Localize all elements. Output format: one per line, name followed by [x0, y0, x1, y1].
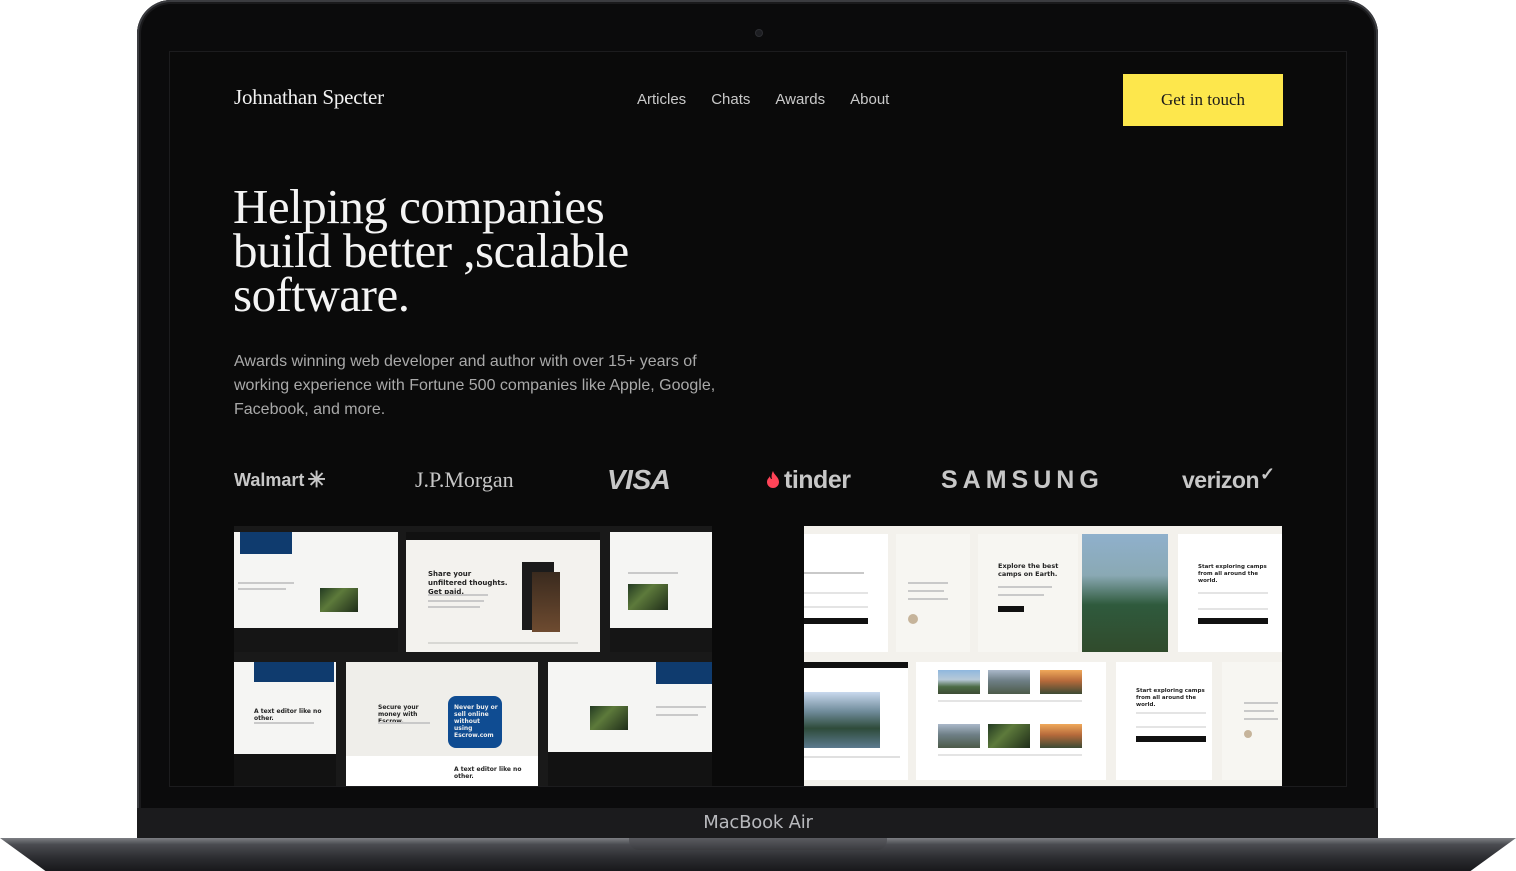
mockup-panel: Share your unfiltered thoughts. Get paid… [406, 532, 600, 652]
nav-item-chats[interactable]: Chats [711, 91, 750, 108]
checkmark-icon: ✓ [1260, 463, 1275, 484]
mockup-image [590, 706, 628, 730]
mockup-image [320, 588, 358, 612]
mockup-phone: Never buy or sell online without using E… [448, 696, 502, 748]
flame-icon [767, 471, 779, 488]
mockup-image [988, 724, 1030, 748]
mockup-image [938, 670, 980, 694]
mockup-headline: A text editor like no other. [454, 766, 522, 780]
mockup-image [1082, 534, 1168, 652]
mockup-panel: A text editor like no other. [234, 662, 336, 786]
tinder-wordmark: tinder [784, 465, 851, 494]
mockup-phone [522, 562, 560, 632]
mockup-panel [548, 662, 712, 786]
website-screen: Johnathan Specter Articles Chats Awards … [169, 51, 1347, 787]
mockup-image [938, 724, 980, 748]
device-model-label: MacBook Air [703, 812, 813, 833]
camera-icon [755, 29, 763, 37]
mockup-footer [610, 628, 712, 652]
mockup-button [1198, 618, 1268, 624]
mockup-panel: Start exploring camps from all around th… [1178, 534, 1282, 652]
avatar [1244, 730, 1252, 738]
mockup-headline: Explore the best camps on Earth. [998, 562, 1059, 578]
mockup-image [1040, 724, 1082, 748]
nav-item-about[interactable]: About [850, 91, 889, 108]
nav-item-awards[interactable]: Awards [775, 91, 825, 108]
mockup-panel [896, 534, 970, 652]
portfolio-preview-left[interactable]: Share your unfiltered thoughts. Get paid… [234, 526, 712, 786]
nav-item-articles[interactable]: Articles [637, 91, 686, 108]
verizon-wordmark: verizon [1182, 466, 1260, 493]
mockup-panel [804, 534, 888, 652]
samsung-logo: SAMSUNG [941, 465, 1104, 494]
mockup-footer [234, 628, 398, 652]
mockup-panel [1222, 662, 1282, 780]
mockup-footer [234, 754, 336, 786]
mockup-headline: Start exploring camps from all around th… [1136, 688, 1205, 708]
hero-title: Helping companies build better ,scalable… [233, 182, 753, 319]
mockup-banner [254, 662, 334, 682]
portfolio-preview-right[interactable]: Explore the best camps on Earth. Start e… [804, 526, 1282, 786]
mockup-button [998, 606, 1024, 612]
get-in-touch-button[interactable]: Get in touch [1123, 74, 1283, 126]
mockup-panel [916, 662, 1106, 780]
mockup-panel [610, 532, 712, 652]
walmart-wordmark: Walmart [234, 469, 305, 490]
laptop-hinge-notch [629, 838, 887, 850]
mockup-button [804, 618, 868, 624]
walmart-logo: Walmart ✳ [234, 460, 326, 500]
hero-title-line-3: software. [233, 267, 410, 322]
mockup-panel: Secure your money with Escrow. Never buy… [346, 662, 538, 786]
hero-subtitle: Awards winning web developer and author … [234, 353, 716, 418]
mockup-banner [656, 662, 712, 684]
mockup-image [628, 584, 668, 610]
mockup-banner [240, 532, 292, 554]
mockup-panel: Explore the best camps on Earth. [978, 534, 1078, 652]
mockup-panel [234, 532, 398, 652]
brand-logo[interactable]: Johnathan Specter [234, 85, 384, 110]
mockup-footer [548, 752, 712, 786]
mockup-topbar [406, 532, 600, 540]
mockup-headline: A text editor like no other. [254, 708, 322, 722]
mockup-topbar [804, 662, 908, 668]
mockup-image [988, 670, 1030, 694]
mockup-headline: Never buy or sell online without using E… [454, 704, 498, 739]
jpmorgan-logo: J.P.Morgan [415, 467, 514, 492]
avatar [908, 614, 918, 624]
mockup-headline: Share your unfiltered thoughts. Get paid… [428, 570, 508, 596]
visa-logo: VISA [607, 464, 671, 495]
mockup-headline: Start exploring camps from all around th… [1198, 564, 1267, 584]
tinder-logo: tinder [765, 460, 851, 500]
mockup-image [804, 692, 880, 748]
spark-icon: ✳ [307, 467, 326, 492]
verizon-logo: verizon ✓ [1182, 460, 1275, 500]
mockup-panel: Start exploring camps from all around th… [1116, 662, 1212, 780]
mockup-button [1136, 736, 1206, 742]
client-logos: Walmart ✳ J.P.Morgan VISA tinder SAMSUNG… [234, 460, 1283, 500]
mockup-panel [804, 662, 908, 780]
main-nav: Articles Chats Awards About [637, 91, 889, 108]
mockup-image [1040, 670, 1082, 694]
